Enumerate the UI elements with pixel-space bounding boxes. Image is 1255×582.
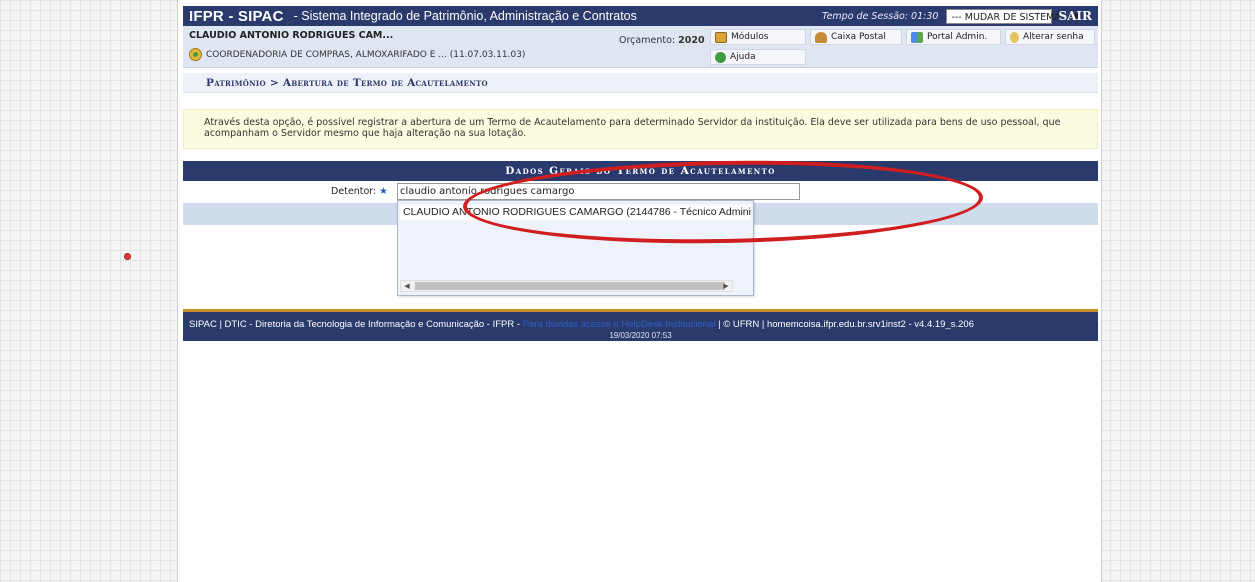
mailbox-icon xyxy=(815,31,827,43)
app-brand: IFPR - SIPAC xyxy=(189,7,284,25)
horizontal-scrollbar[interactable]: ◀ ▶ xyxy=(400,280,733,292)
budget-label: Orçamento: xyxy=(619,35,676,46)
modules-button[interactable]: Módulos xyxy=(710,29,806,45)
system-select-value: --- MUDAR DE SISTEMA --- xyxy=(951,11,1075,23)
user-info-bar: CLAUDIO ANTONIO RODRIGUES CAM... COORDEN… xyxy=(183,26,1098,68)
footer-info: SIPAC | DTIC - Diretoria da Tecnologia d… xyxy=(189,319,974,330)
unit-change-icon[interactable] xyxy=(189,48,202,61)
modules-icon xyxy=(715,31,727,43)
help-label: Ajuda xyxy=(730,52,756,62)
footer-timestamp: 19/03/2020 07:53 xyxy=(609,331,672,340)
portal-icon xyxy=(911,31,923,43)
autocomplete-option[interactable]: CLAUDIO ANTONIO RODRIGUES CAMARGO (21447… xyxy=(400,205,751,220)
scroll-right-icon[interactable]: ▶ xyxy=(720,281,732,291)
red-marker-dot xyxy=(124,253,131,260)
top-bar: IFPR - SIPAC - Sistema Integrado de Patr… xyxy=(183,6,1098,26)
page-container: IFPR - SIPAC - Sistema Integrado de Patr… xyxy=(177,0,1102,582)
change-password-button[interactable]: Alterar senha xyxy=(1005,29,1095,45)
scrollbar-thumb[interactable] xyxy=(415,282,725,290)
budget-year: 2020 xyxy=(678,35,705,46)
portal-label: Portal Admin. xyxy=(927,32,988,42)
user-name: CLAUDIO ANTONIO RODRIGUES CAM... xyxy=(189,30,394,41)
app-subtitle: - Sistema Integrado de Patrimônio, Admin… xyxy=(293,9,637,23)
password-label: Alterar senha xyxy=(1023,32,1084,42)
info-message: Através desta opção, é possível registra… xyxy=(183,109,1098,149)
key-icon xyxy=(1010,31,1019,43)
footer-text-end: | © UFRN | homemcoisa.ifpr.edu.br.srv1in… xyxy=(715,319,974,330)
session-timer: Tempo de Sessão: 01:30 xyxy=(821,10,939,22)
autocomplete-dropdown[interactable]: CLAUDIO ANTONIO RODRIGUES CAMARGO (21447… xyxy=(397,200,754,296)
breadcrumb: Patrimônio > Abertura de Termo de Acaute… xyxy=(183,73,1098,93)
page-footer: SIPAC | DTIC - Diretoria da Tecnologia d… xyxy=(183,309,1098,341)
mailbox-label: Caixa Postal xyxy=(831,32,886,42)
user-unit: COORDENADORIA DE COMPRAS, ALMOXARIFADO E… xyxy=(189,48,525,61)
form-title: Dados Gerais do Termo de Acautelamento xyxy=(183,161,1098,181)
mailbox-button[interactable]: Caixa Postal xyxy=(810,29,902,45)
help-button[interactable]: Ajuda xyxy=(710,49,806,65)
scroll-left-icon[interactable]: ◀ xyxy=(401,281,413,291)
required-star-icon: ★ xyxy=(379,186,388,197)
modules-label: Módulos xyxy=(731,32,769,42)
portal-admin-button[interactable]: Portal Admin. xyxy=(906,29,1001,45)
help-icon xyxy=(715,51,726,63)
user-unit-label: COORDENADORIA DE COMPRAS, ALMOXARIFADO E… xyxy=(206,49,526,60)
holder-label-text: Detentor: xyxy=(331,186,377,197)
budget-info: Orçamento: 2020 xyxy=(619,35,705,46)
footer-text-start: SIPAC | DTIC - Diretoria da Tecnologia d… xyxy=(189,319,523,330)
helpdesk-link[interactable]: Para dúvidas acesse o HelpDesk Instituci… xyxy=(523,319,716,330)
system-select[interactable]: --- MUDAR DE SISTEMA --- ▼ xyxy=(946,8,1081,24)
exit-link[interactable]: SAIR xyxy=(1058,9,1092,23)
holder-input[interactable] xyxy=(397,183,800,200)
holder-label: Detentor: ★ xyxy=(331,186,388,197)
